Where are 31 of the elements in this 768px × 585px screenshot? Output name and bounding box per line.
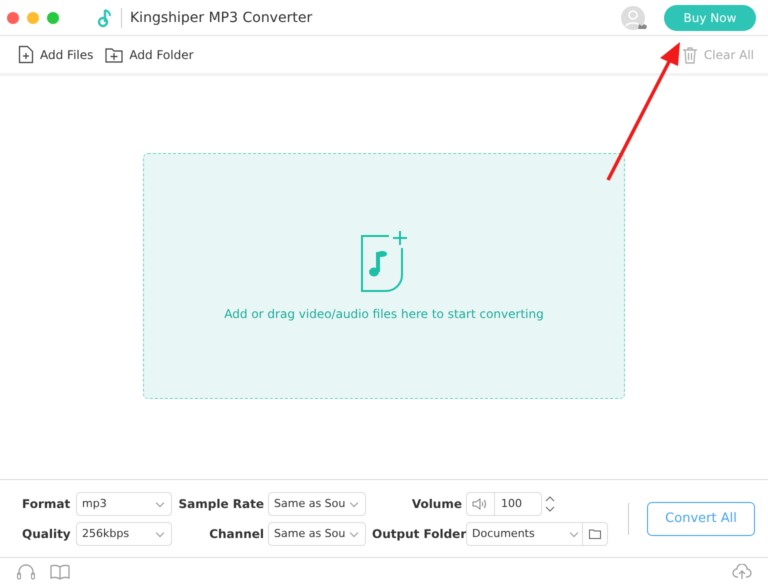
increase-icon[interactable] [544, 494, 556, 504]
trash-icon [682, 46, 698, 64]
quality-dropdown[interactable]: 256kbps [76, 522, 172, 546]
folder-icon[interactable] [589, 528, 601, 538]
channel-label: Channel [208, 526, 264, 540]
sample-rate-label: Sample Rate [178, 496, 264, 510]
user-avatar-icon[interactable] [620, 4, 648, 30]
window-title: Kingshiper MP3 Converter [130, 10, 312, 26]
sample-rate-dropdown[interactable]: Same as Sou [268, 492, 366, 516]
format-dropdown[interactable]: mp3 [76, 492, 172, 516]
volume-field[interactable]: 100 [466, 492, 542, 516]
drop-hint-text: Add or drag video/audio files here to start converting [224, 306, 544, 320]
quality-label: Quality [22, 526, 72, 540]
toolbar-button[interactable]: Add Folder [105, 46, 194, 62]
add-folder-icon [105, 46, 124, 62]
headset-icon[interactable] [16, 562, 36, 580]
volume-label: Volume [410, 496, 462, 510]
output-folder-dropdown[interactable]: Documents [466, 522, 608, 546]
format-label: Format [22, 496, 72, 510]
zoom-window-button[interactable] [47, 12, 59, 24]
add-file-icon [18, 45, 34, 64]
channel-dropdown[interactable]: Same as Sou [268, 522, 366, 546]
minimize-window-button[interactable] [27, 12, 39, 24]
toolbar-button[interactable]: Add Files [18, 45, 94, 64]
close-window-button[interactable] [7, 12, 19, 24]
upload-cloud-icon[interactable] [732, 564, 752, 580]
book-icon[interactable] [50, 564, 70, 580]
decrease-icon[interactable] [544, 504, 556, 514]
add-music-file-icon [358, 230, 410, 292]
speaker-icon [472, 496, 488, 510]
music-note-logo-icon [97, 8, 113, 28]
